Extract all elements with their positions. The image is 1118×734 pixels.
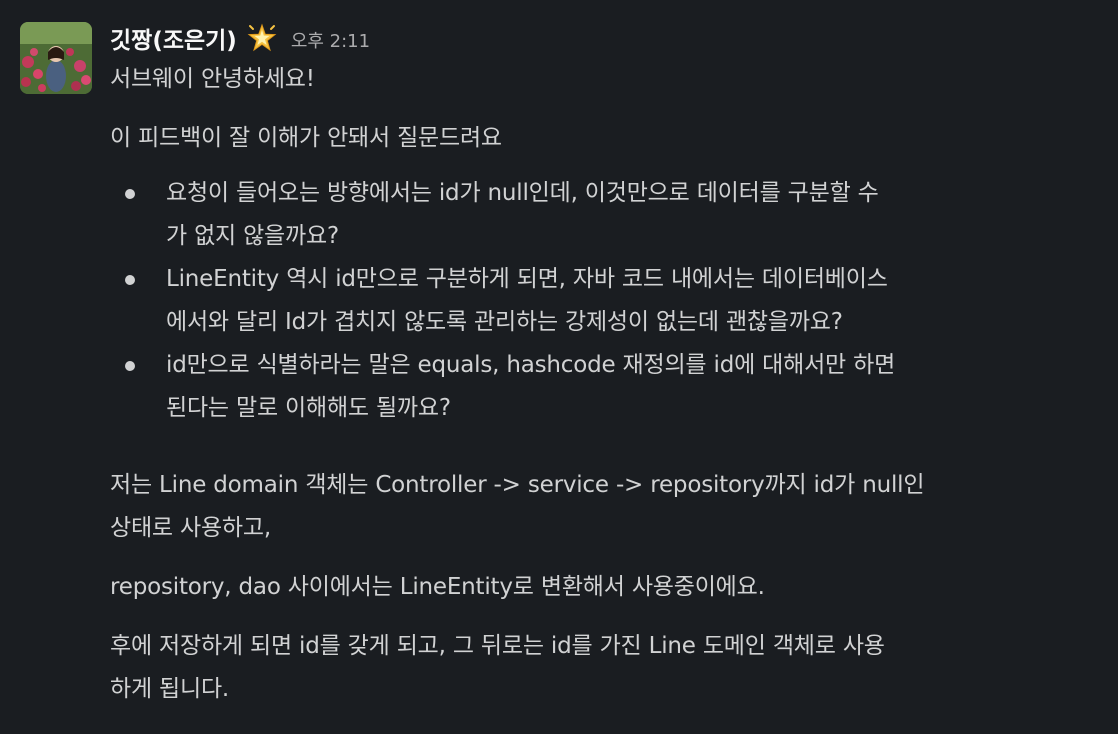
- list-item-line: 요청이 들어오는 방향에서는 id가 null인데, 이것만으로 데이터를 구분…: [166, 180, 879, 206]
- sparkle-star-icon[interactable]: [247, 23, 277, 53]
- paragraph-line: 상태로 사용하고,: [110, 515, 271, 541]
- domain-paragraph: 저는 Line domain 객체는 Controller -> service…: [110, 464, 1100, 550]
- bullet-icon: [125, 189, 135, 199]
- entity-paragraph: repository, dao 사이에서는 LineEntity로 변환해서 사…: [110, 574, 765, 600]
- avatar[interactable]: [20, 22, 92, 94]
- bullet-icon: [125, 275, 135, 285]
- author-name[interactable]: 깃짱(조은기): [110, 21, 237, 55]
- message-body: 서브웨이 안녕하세요! 이 피드백이 잘 이해가 안돼서 질문드려요 요청이 들…: [110, 58, 1100, 711]
- paragraph-line: 저는 Line domain 객체는 Controller -> service…: [110, 472, 925, 498]
- list-item: 요청이 들어오는 방향에서는 id가 null인데, 이것만으로 데이터를 구분…: [110, 172, 1100, 258]
- list-item-line: 에서와 달리 Id가 겹치지 않도록 관리하는 강제성이 없는데 괜찮을까요?: [166, 309, 843, 335]
- message: 깃짱(조은기) 오후 2:11 서브웨이 안녕하세요! 이 피드백이 잘 이해가…: [0, 0, 1118, 734]
- paragraph-line: 하게 됩니다.: [110, 676, 230, 702]
- question-list: 요청이 들어오는 방향에서는 id가 null인데, 이것만으로 데이터를 구분…: [110, 172, 1100, 430]
- message-content: 깃짱(조은기) 오후 2:11 서브웨이 안녕하세요! 이 피드백이 잘 이해가…: [110, 18, 1100, 711]
- intro-text: 이 피드백이 잘 이해가 안돼서 질문드려요: [110, 125, 502, 151]
- list-item-line: 가 없지 않을까요?: [166, 223, 339, 249]
- list-item-line: LineEntity 역시 id만으로 구분하게 되면, 자바 코드 내에서는 …: [166, 266, 888, 292]
- bullet-icon: [125, 361, 135, 371]
- save-paragraph: 후에 저장하게 되면 id를 갖게 되고, 그 뒤로는 id를 가진 Line …: [110, 625, 1100, 711]
- list-item-line: id만으로 식별하라는 말은 equals, hashcode 재정의를 id에…: [166, 352, 896, 378]
- list-item: LineEntity 역시 id만으로 구분하게 되면, 자바 코드 내에서는 …: [110, 258, 1100, 344]
- message-timestamp[interactable]: 오후 2:11: [291, 23, 370, 53]
- list-item: id만으로 식별하라는 말은 equals, hashcode 재정의를 id에…: [110, 344, 1100, 430]
- avatar-photo: [20, 22, 92, 94]
- message-header: 깃짱(조은기) 오후 2:11: [110, 18, 1100, 58]
- list-item-line: 된다는 말로 이해해도 될까요?: [166, 395, 451, 421]
- greeting-text: 서브웨이 안녕하세요!: [110, 66, 315, 92]
- paragraph-line: 후에 저장하게 되면 id를 갖게 되고, 그 뒤로는 id를 가진 Line …: [110, 633, 885, 659]
